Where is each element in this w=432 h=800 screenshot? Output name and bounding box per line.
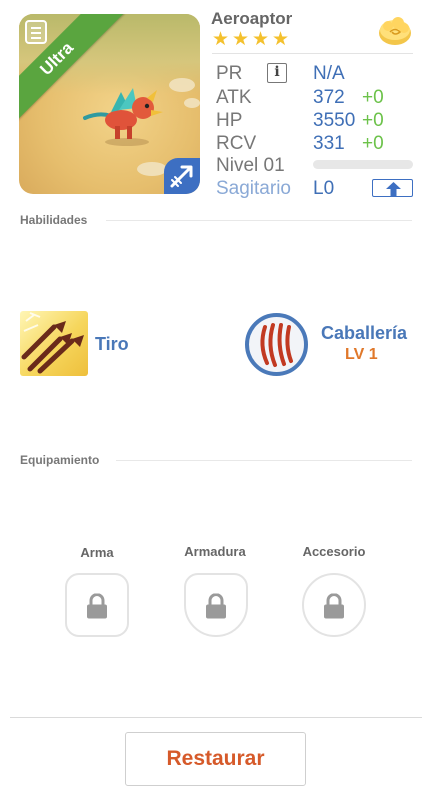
stat-value-hp: 3550 [313,110,356,131]
level-progress-bar [313,160,413,169]
notes-icon[interactable] [25,20,47,44]
skill-level: LV 1 [345,346,378,363]
level-label: Nivel 01 [216,155,285,176]
star-rating: ★ ★ ★ ★ [212,29,290,50]
lock-icon [87,593,107,619]
background-stone [137,162,167,176]
lock-icon [324,593,344,619]
star-icon: ★ [212,29,230,50]
stat-label-rcv: RCV [216,133,257,154]
claw-skill-icon-art [260,323,293,367]
slot-label-armor: Armadura [184,544,246,559]
stat-value-pr: N/A [313,63,345,84]
stat-bonus-rcv: +0 [362,133,384,154]
element-badge [164,158,200,194]
arrow-up-icon [386,182,401,196]
lock-icon [206,593,226,619]
title-divider [212,53,413,54]
star-icon: ★ [252,29,270,50]
stat-value-rcv: 331 [313,133,345,154]
element-label: Sagitario [216,178,291,199]
monster-portrait[interactable]: Ultra [19,14,200,194]
arrows-skill-icon-art [21,312,84,374]
skill-name-caballeria[interactable]: Caballería [321,323,407,344]
accessory-slot[interactable] [302,573,366,637]
stat-label-hp: HP [216,110,243,131]
restore-button[interactable]: Restaurar [125,732,306,786]
skill-name-tiro[interactable]: Tiro [95,334,129,355]
equipment-section-title: Equipamiento [20,453,100,467]
stat-bonus-atk: +0 [362,87,384,108]
star-icon: ★ [272,29,290,50]
gold-coin-icon[interactable] [378,16,412,46]
upgrade-button[interactable] [372,179,413,197]
stat-bonus-hp: +0 [362,110,384,131]
footer-divider [10,717,422,718]
info-icon[interactable]: i [267,63,287,83]
section-divider [106,220,412,221]
background-stone [184,98,200,108]
stat-value-atk: 372 [313,87,345,108]
monster-name: Aeroaptor [211,9,293,28]
weapon-slot[interactable] [65,573,129,637]
claw-skill-icon[interactable] [245,313,308,376]
armor-slot[interactable] [184,573,248,637]
stat-label-atk: ATK [216,87,252,108]
arrow-icon [170,165,193,188]
star-icon: ★ [232,29,250,50]
dragon-sprite [83,88,163,146]
section-divider [116,460,412,461]
element-level: L0 [313,178,335,199]
slot-label-accessory: Accesorio [302,544,366,559]
slot-label-weapon: Arma [80,545,114,560]
stat-label-pr: PR [216,63,243,84]
arrows-skill-icon[interactable] [20,311,88,376]
skills-section-title: Habilidades [20,213,88,227]
